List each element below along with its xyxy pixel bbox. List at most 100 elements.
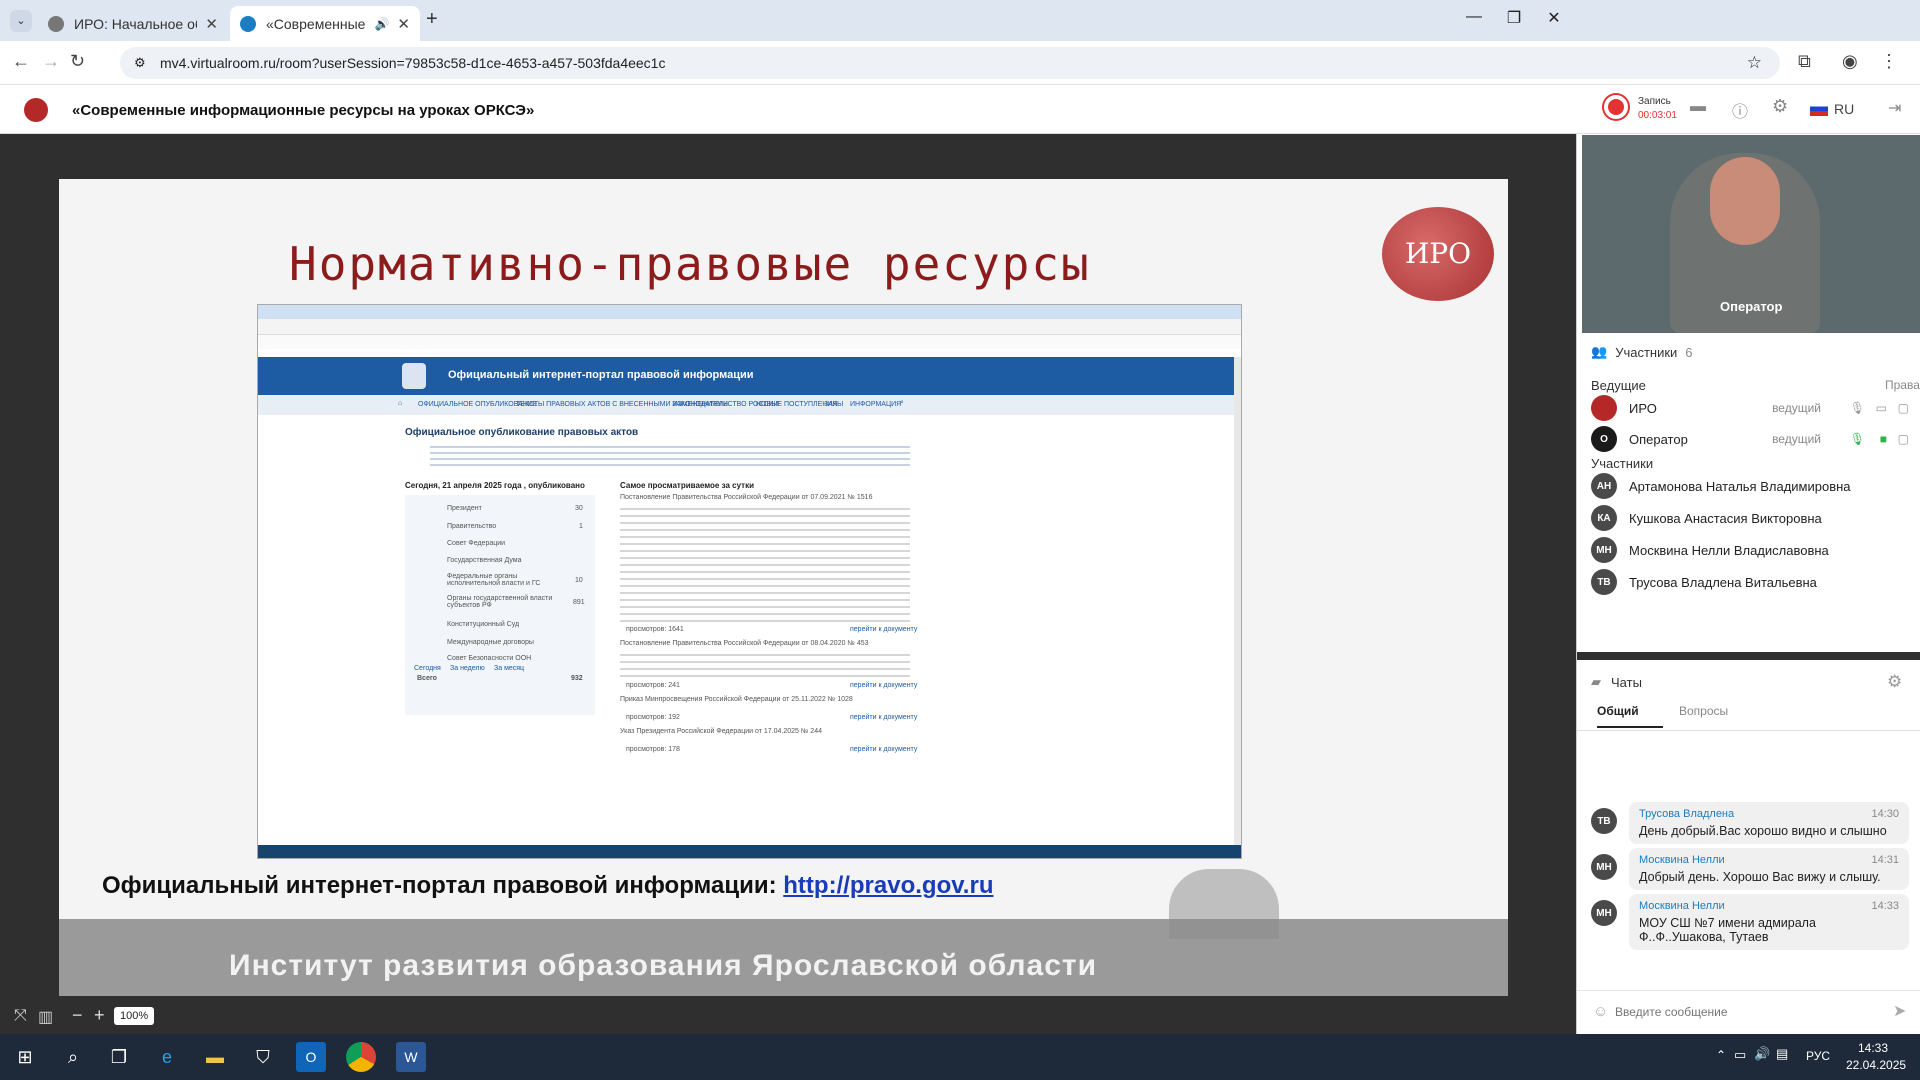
tray-arrow-icon[interactable]: ⌃: [1716, 1048, 1726, 1062]
chat-settings-icon[interactable]: ⚙: [1887, 672, 1902, 692]
folder-icon[interactable]: ▬: [1690, 98, 1706, 116]
participant-row[interactable]: АН Артамонова Наталья Владимировна: [1591, 472, 1911, 500]
avatar: МН: [1591, 900, 1617, 926]
network-icon[interactable]: ▭: [1734, 1047, 1746, 1063]
room-title: «Современные информационные ресурсы на у…: [72, 102, 535, 119]
participant-row[interactable]: ИРО ведущий 🎙 ▭ ▢: [1591, 394, 1911, 422]
category-label: Государственная Дума: [447, 557, 522, 564]
exit-icon[interactable]: ⇥: [1888, 98, 1901, 118]
tab-room[interactable]: «Современные информац 🔊 ✕: [230, 6, 420, 41]
zoom-level[interactable]: 100%: [114, 1007, 155, 1025]
clock-date[interactable]: 22.04.2025: [1846, 1058, 1906, 1072]
settings-gear-icon[interactable]: ⚙: [1772, 96, 1788, 117]
mic-off-icon[interactable]: 🎙: [1850, 401, 1865, 415]
portal-banner-title: Официальный интернет-портал правовой инф…: [448, 369, 754, 381]
chrome-icon[interactable]: [346, 1042, 376, 1072]
mic-on-icon[interactable]: 🎙: [1850, 432, 1865, 446]
zoom-in-button[interactable]: +: [94, 1005, 105, 1026]
new-tab-button[interactable]: +: [426, 8, 438, 31]
caption-text: Официальный интернет-портал правовой инф…: [102, 872, 777, 899]
minimize-button[interactable]: —: [1454, 8, 1494, 26]
globe-icon: [48, 15, 64, 32]
participants-title: Участники: [1615, 344, 1678, 360]
tab-iro[interactable]: ИРО: Начальное образование ✕: [38, 6, 228, 41]
profile-icon[interactable]: ◉: [1842, 51, 1858, 72]
participant-name: Артамонова Наталья Владимировна: [1629, 478, 1851, 494]
participant-row[interactable]: О Оператор ведущий 🎙 ■ ▢: [1591, 425, 1911, 453]
participant-row[interactable]: КА Кушкова Анастасия Викторовна: [1591, 504, 1911, 532]
info-icon[interactable]: ⓘ: [1732, 98, 1748, 122]
fit-icon[interactable]: ⤧: [14, 1007, 27, 1025]
reload-icon[interactable]: ↻: [70, 51, 85, 72]
embedded-taskbar: [258, 845, 1241, 858]
back-icon[interactable]: ←: [12, 51, 30, 72]
category-label: Совет Федерации: [447, 540, 506, 547]
url-text: mv4.virtualroom.ru/room?userSession=7985…: [160, 55, 666, 71]
close-tab-icon[interactable]: ✕: [205, 15, 218, 33]
close-window-button[interactable]: ✕: [1534, 8, 1574, 28]
screen-share-icon[interactable]: ▢: [1898, 401, 1909, 415]
category-label: Международные договоры: [447, 639, 534, 646]
extensions-icon[interactable]: ⧉: [1798, 51, 1811, 72]
popular-item-text: [620, 503, 910, 623]
speaker-icon: 🔊: [374, 16, 390, 31]
iro-logo: ИРО: [1382, 207, 1494, 301]
browser-tab-strip: ⌄ ИРО: Начальное образование ✕ «Современ…: [0, 0, 1920, 41]
russian-flag-icon[interactable]: [1810, 102, 1828, 116]
clock-time[interactable]: 14:33: [1858, 1041, 1888, 1055]
pravo-link[interactable]: http://pravo.gov.ru: [783, 872, 993, 899]
record-label: Запись: [1638, 96, 1671, 107]
zoom-out-button[interactable]: −: [72, 1005, 83, 1026]
send-icon[interactable]: ➤: [1893, 1001, 1906, 1021]
participant-row[interactable]: ТВ Трусова Владлена Витальевна: [1591, 568, 1911, 596]
record-button[interactable]: [1604, 95, 1628, 119]
volume-icon[interactable]: 🔊: [1754, 1046, 1770, 1062]
chat-tab-questions[interactable]: Вопросы: [1679, 704, 1728, 718]
chat-text: Добрый день. Хорошо Вас вижу и слышу.: [1639, 870, 1881, 884]
forward-icon[interactable]: →: [42, 51, 60, 72]
slide-caption: Официальный интернет-портал правовой инф…: [102, 872, 993, 900]
chat-message-input[interactable]: [1615, 1001, 1865, 1023]
panel-icon[interactable]: ▥: [38, 1007, 53, 1027]
restore-button[interactable]: ❐: [1494, 8, 1534, 28]
chat-author: Трусова Владлена: [1639, 808, 1735, 820]
avatar: ТВ: [1591, 569, 1617, 595]
intro-text-block: [430, 442, 910, 466]
tab-list-dropdown-icon[interactable]: ⌄: [10, 10, 32, 32]
language-label[interactable]: RU: [1834, 101, 1854, 117]
word-icon[interactable]: W: [396, 1042, 426, 1072]
category-count: 30: [575, 505, 583, 512]
site-info-icon[interactable]: ⚙: [134, 55, 146, 71]
screen-share-icon[interactable]: ▢: [1898, 432, 1909, 446]
chat-tab-general[interactable]: Общий: [1597, 704, 1663, 728]
camera-off-icon[interactable]: ▭: [1876, 401, 1887, 415]
menu-icon[interactable]: ⋮: [1880, 51, 1898, 72]
popular-item-link: перейти к документу: [850, 626, 918, 633]
task-view-icon[interactable]: ❐: [104, 1042, 134, 1072]
participants-header[interactable]: 👥 Участники 6: [1591, 344, 1693, 360]
avatar: ТВ: [1591, 808, 1617, 834]
participant-row[interactable]: МН Москвина Нелли Владиславовна: [1591, 536, 1911, 564]
camera-on-icon[interactable]: ■: [1880, 432, 1887, 446]
search-icon[interactable]: ⌕: [58, 1042, 88, 1072]
participants-count: 6: [1685, 344, 1693, 360]
windows-start-icon[interactable]: ⊞: [10, 1042, 40, 1072]
file-explorer-icon[interactable]: ▬: [200, 1042, 230, 1072]
popular-item-title: Постановление Правительства Российской Ф…: [620, 640, 869, 647]
edge-icon[interactable]: e: [152, 1042, 182, 1072]
category-count: 932: [571, 675, 583, 682]
record-timer: 00:03:01: [1638, 110, 1677, 121]
bookmark-star-icon[interactable]: ☆: [1747, 53, 1762, 73]
close-tab-icon[interactable]: ✕: [397, 15, 410, 33]
popular-item-text: [620, 649, 910, 679]
slide-title: Нормативно-правовые ресурсы: [289, 237, 1091, 291]
speaker-face: [1710, 157, 1780, 245]
browser-toolbar: ← → ↻ ⚙ mv4.virtualroom.ru/room?userSess…: [0, 41, 1920, 85]
address-bar[interactable]: ⚙ mv4.virtualroom.ru/room?userSession=79…: [120, 47, 1780, 79]
store-icon[interactable]: ⛉: [248, 1042, 278, 1072]
outlook-icon[interactable]: O: [296, 1042, 326, 1072]
emoji-icon[interactable]: ☺: [1593, 1003, 1608, 1020]
rights-label[interactable]: Права: [1885, 378, 1920, 392]
input-language[interactable]: РУС: [1806, 1049, 1830, 1063]
notification-icon[interactable]: ▤: [1776, 1046, 1788, 1062]
